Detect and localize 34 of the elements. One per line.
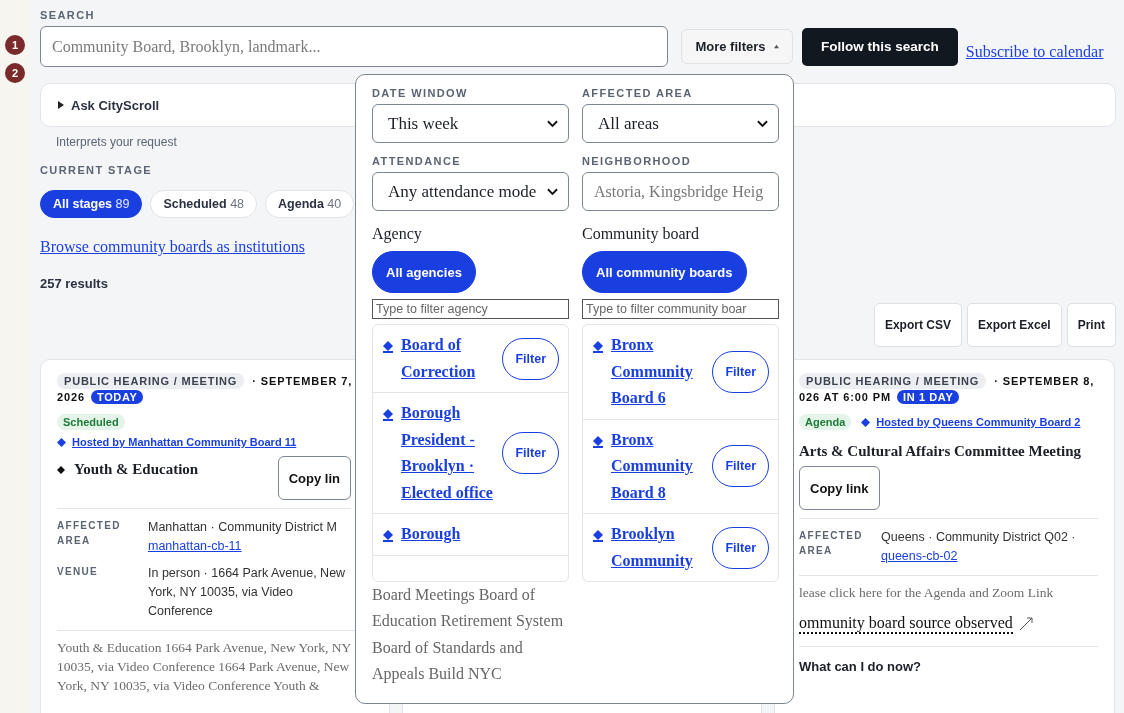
detail-label: VENUE: [57, 565, 99, 579]
event-title: Arts & Cultural Affairs Committee Meeting: [799, 443, 1081, 460]
detail-label: AFFECTED AREA: [799, 529, 864, 558]
relative-date-badge: IN 1 DAY: [897, 390, 960, 404]
event-type-tag: PUBLIC HEARING / MEETING: [57, 373, 245, 389]
group-heading: Community board: [582, 225, 700, 243]
event-description: lease click here for the Agenda and Zoom Link: [799, 575, 1098, 602]
event-date: · SEPTEMBER 8,: [994, 375, 1095, 387]
question-heading: What can I do now?: [799, 646, 1098, 674]
overflow-text: Board Meetings Board of Education Retirement System Board of Standards and Appeals Build NYC: [372, 585, 564, 685]
search-label: SEARCH: [40, 9, 96, 21]
event-date: · SEPTEMBER 7,: [252, 375, 353, 387]
detail-value: In person · 1664 Park Avenue, New York, NY 10035, via Video Conference: [148, 566, 346, 618]
event-date: 026 AT 6:00 PM: [799, 391, 892, 403]
ask-label: Ask CityScroll: [71, 97, 160, 113]
results-count: 257 results: [40, 276, 109, 291]
relative-date-badge: TODAY: [91, 390, 144, 404]
ask-hint: Interprets your request: [56, 135, 178, 149]
filter-label: NEIGHBORHOOD: [582, 155, 693, 167]
filter-label: AFFECTED AREA: [582, 87, 694, 99]
event-date: 2026: [57, 391, 86, 403]
annotation-badge: 1: [5, 35, 25, 55]
annotation-badge: 2: [5, 63, 25, 83]
stage-tag: Scheduled: [57, 414, 125, 430]
detail-value: Queens · Community District Q02 ·: [881, 530, 1076, 544]
group-heading: Agency: [372, 225, 423, 243]
stage-tag: Agenda: [799, 414, 852, 430]
event-type-tag: PUBLIC HEARING / MEETING: [799, 373, 987, 389]
event-title: Youth & Education: [74, 461, 199, 478]
filter-label: ATTENDANCE: [372, 155, 462, 167]
stage-label: CURRENT STAGE: [40, 164, 154, 176]
detail-value: Manhattan · Community District M: [148, 520, 337, 534]
filter-label: DATE WINDOW: [372, 87, 469, 99]
detail-label: AFFECTED AREA: [57, 519, 122, 548]
